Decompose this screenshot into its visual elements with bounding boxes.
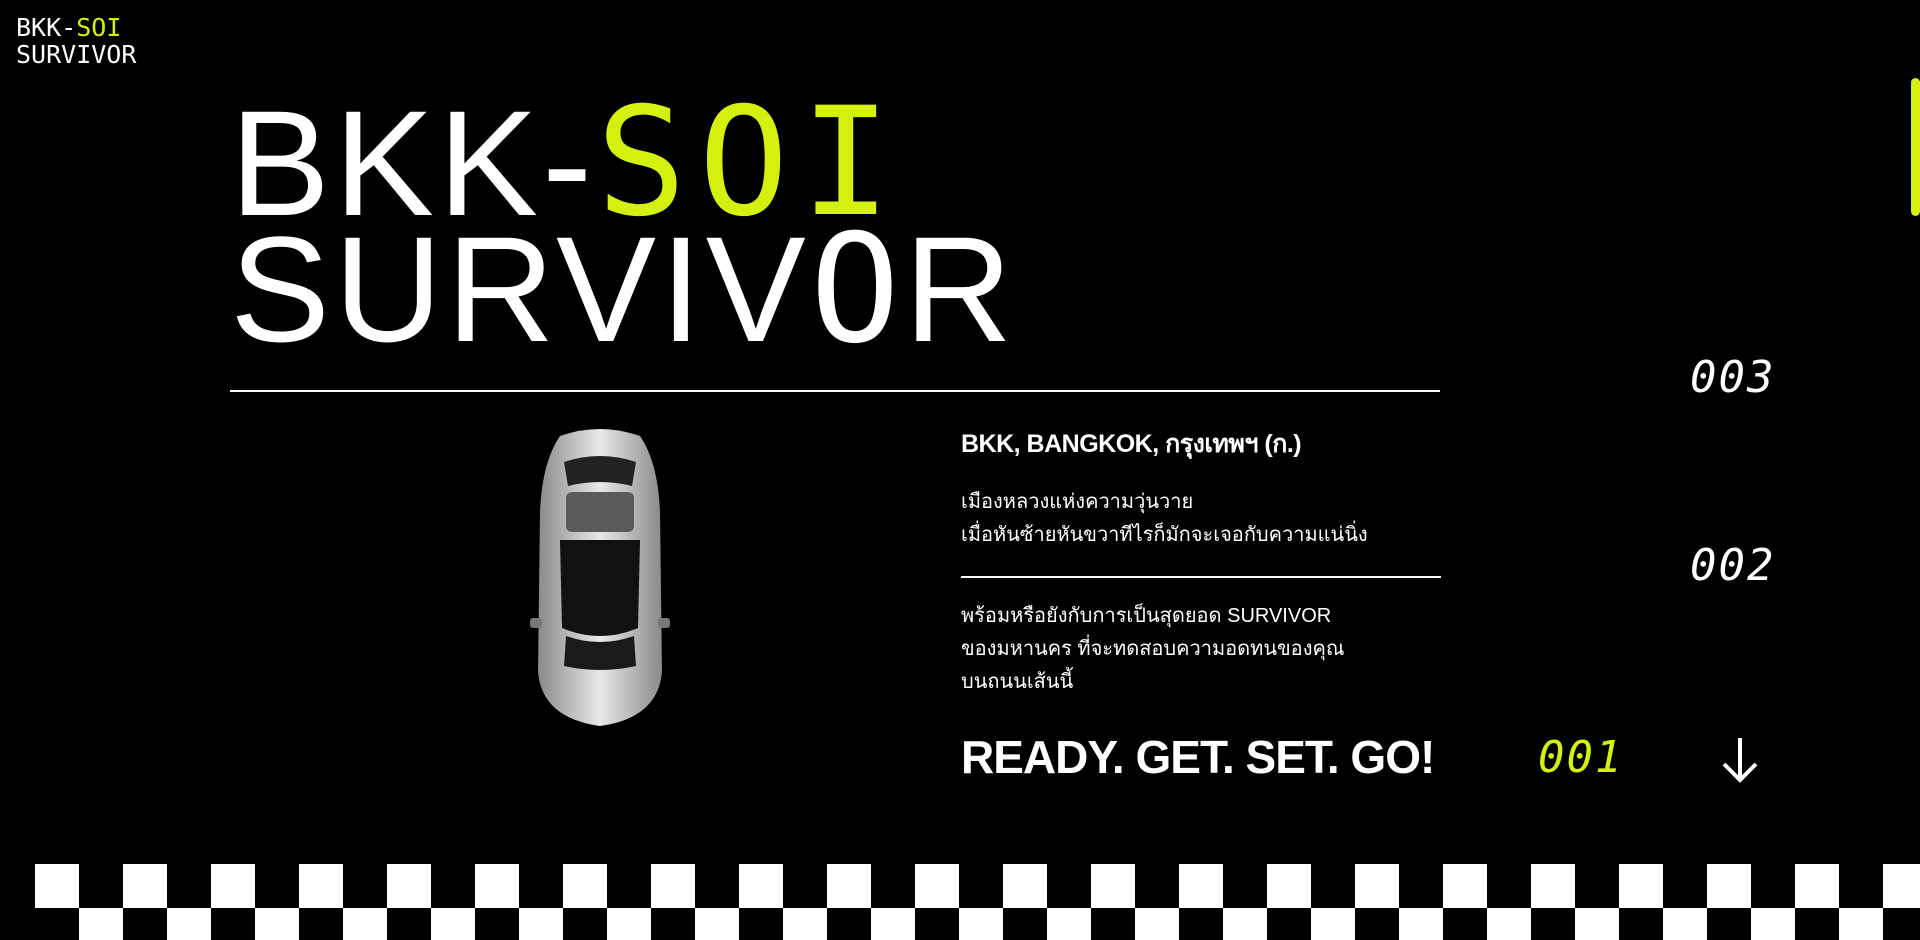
checker-square — [431, 908, 475, 940]
description-1-line: เมืองหลวงแห่งความวุ่นวาย — [961, 491, 1194, 513]
checker-square — [1311, 908, 1355, 940]
description-2-line: พร้อมหรือยังกับการเป็นสุดยอด SURVIVOR — [961, 605, 1332, 627]
checker-square — [1399, 908, 1443, 940]
checker-square — [1531, 864, 1575, 908]
info-panel: BKK, BANGKOK, กรุงเทพฯ (ก.) เมืองหลวงแห่… — [961, 424, 1441, 699]
divider — [230, 390, 1440, 392]
description-1-line: เมื่อหันซ้ายหันขวาทีไรก็มักจะเจอกับความแ… — [961, 524, 1368, 546]
counter-001[interactable]: 001 — [1538, 732, 1623, 783]
checker-square — [1839, 908, 1883, 940]
checker-square — [79, 908, 123, 940]
checker-square — [475, 864, 519, 908]
checker-square — [827, 864, 871, 908]
checker-square — [167, 908, 211, 940]
divider — [961, 576, 1441, 578]
checker-square — [387, 864, 431, 908]
checker-square — [1179, 864, 1223, 908]
checker-square — [1575, 908, 1619, 940]
hero-surviv: SURVIV — [230, 205, 810, 373]
checker-square — [1047, 908, 1091, 940]
cta-text: READY. GET. SET. GO! — [961, 731, 1435, 783]
checker-square — [1091, 864, 1135, 908]
scroll-indicator[interactable] — [1911, 78, 1920, 216]
car-image — [530, 429, 670, 726]
checker-square — [783, 908, 827, 940]
description-2-line: ของมหานคร ที่จะทดสอบความอดทนของคุณ — [961, 638, 1345, 660]
checker-square — [299, 864, 343, 908]
logo-soi: SOI — [76, 13, 122, 42]
checker-square — [871, 908, 915, 940]
checker-square — [695, 908, 739, 940]
checker-square — [915, 864, 959, 908]
checker-square — [959, 908, 1003, 940]
checker-square — [1707, 864, 1751, 908]
checker-square — [1355, 864, 1399, 908]
counter-003[interactable]: 003 — [1690, 352, 1775, 403]
logo[interactable]: BKK-SOI SURVIVOR — [16, 14, 136, 68]
checker-square — [255, 908, 299, 940]
checker-square — [607, 908, 651, 940]
checker-square — [1003, 864, 1047, 908]
checker-square — [1223, 908, 1267, 940]
checker-square — [519, 908, 563, 940]
checker-square — [123, 864, 167, 908]
location-title: BKK, BANGKOK, กรุงเทพฯ (ก.) — [961, 430, 1302, 458]
checker-square — [1751, 908, 1795, 940]
counter-002[interactable]: 002 — [1690, 540, 1775, 591]
checker-square — [211, 864, 255, 908]
hero-title: BKK- SOI SURVIVOR — [230, 88, 1016, 365]
checkered-flag-pattern — [35, 864, 1920, 940]
checker-square — [739, 864, 783, 908]
checker-square — [1883, 864, 1920, 908]
description-2-line: บนถนนเส้นนี้ — [961, 671, 1074, 693]
checker-square — [563, 864, 607, 908]
checker-square — [343, 908, 387, 940]
checker-square — [1135, 908, 1179, 940]
checker-square — [651, 864, 695, 908]
description-2: พร้อมหรือยังกับการเป็นสุดยอด SURVIVOR ขอ… — [961, 600, 1441, 699]
checker-square — [1443, 864, 1487, 908]
logo-bkk: BKK- — [16, 13, 77, 42]
checker-square — [35, 864, 79, 908]
hero-o: O — [809, 203, 905, 377]
logo-survivor: SURVIVOR — [16, 40, 137, 69]
hero-r: R — [904, 205, 1017, 373]
arrow-down-icon[interactable] — [1720, 736, 1760, 784]
description-1: เมืองหลวงแห่งความวุ่นวาย เมื่อหันซ้ายหัน… — [961, 486, 1441, 552]
checker-square — [1487, 908, 1531, 940]
checker-square — [1663, 908, 1707, 940]
checker-square — [1619, 864, 1663, 908]
checker-square — [1267, 864, 1311, 908]
checker-square — [1795, 864, 1839, 908]
